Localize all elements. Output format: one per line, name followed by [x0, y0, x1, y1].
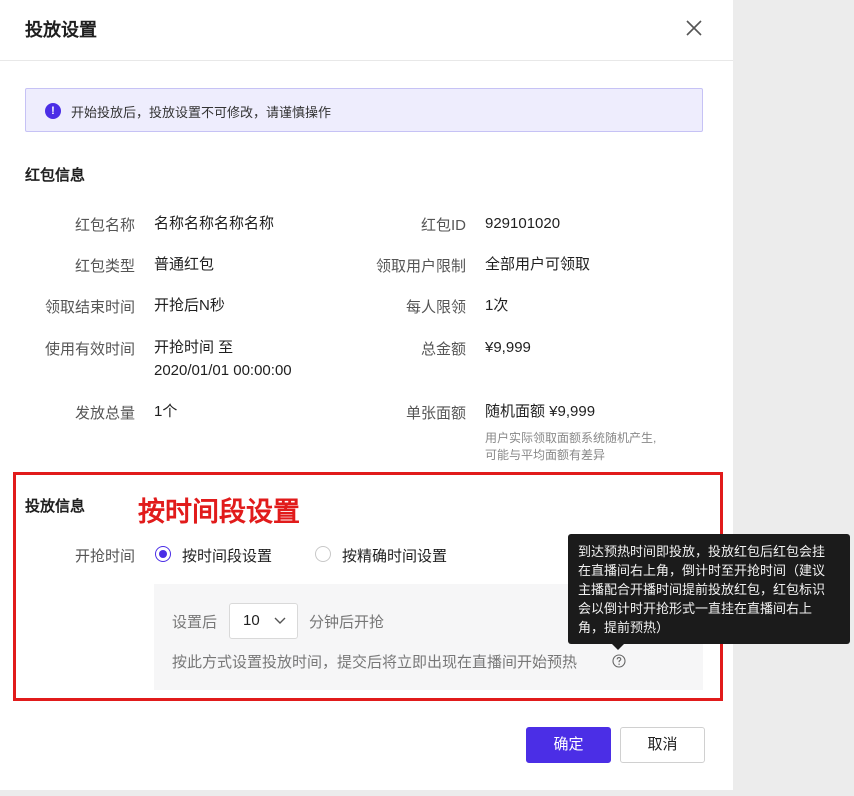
user-limit-label: 领取用户限制 [375, 258, 466, 275]
validity-value-line1: 开抢时间 至 [154, 339, 234, 356]
validity-label: 使用有效时间 [44, 341, 135, 358]
tooltip-arrow [612, 644, 624, 650]
tooltip-line: 到达预热时间即投放，投放红包后红包会挂 [578, 544, 826, 559]
modal-title: 投放设置 [25, 20, 97, 40]
total-amount-label: 总金额 [420, 341, 466, 358]
user-limit-value: 全部用户可领取 [485, 256, 591, 273]
tooltip-line: 角，提前预热） [578, 620, 670, 635]
redpack-id-value: 929101020 [485, 215, 561, 232]
cancel-button[interactable]: 取消 [620, 727, 705, 763]
confirm-button[interactable]: 确定 [526, 727, 611, 763]
redpack-info-title: 红包信息 [25, 167, 86, 184]
modal-header: 投放设置 [0, 0, 733, 61]
alert-text: 开始投放后，投放设置不可修改，请谨慎操作 [71, 105, 332, 120]
warning-alert: ! 开始投放后，投放设置不可修改，请谨慎操作 [25, 88, 703, 132]
redpack-name-label: 红包名称 [74, 217, 135, 234]
tooltip-line: 主播配合开播时间提前投放红包，红包标识 [578, 582, 826, 597]
close-icon[interactable] [683, 17, 705, 39]
redpack-type-value: 普通红包 [154, 256, 215, 273]
end-time-value: 开抢后N秒 [154, 297, 225, 314]
exclamation-circle-icon: ! [45, 103, 61, 119]
end-time-label: 领取结束时间 [44, 299, 135, 316]
per-person-value: 1次 [485, 297, 509, 314]
unit-amount-hint-line2: 可能与平均面额有差异 [485, 448, 606, 462]
per-person-label: 每人限领 [405, 299, 466, 316]
unit-amount-hint: 用户实际领取面额系统随机产生, 可能与平均面额有差异 [485, 430, 656, 464]
redpack-type-label: 红包类型 [74, 258, 135, 275]
unit-amount-hint-line1: 用户实际领取面额系统随机产生, [485, 431, 657, 445]
total-amount-value: ¥9,999 [485, 339, 531, 356]
unit-amount-value: 随机面额 ¥9,999 [485, 403, 596, 420]
redpack-name-value: 名称名称名称名称 [154, 215, 275, 232]
tooltip-line: 会以倒计时开抢形式一直挂在直播间右上 [578, 601, 813, 616]
redpack-id-label: 红包ID [420, 217, 466, 234]
validity-value-line2: 2020/01/01 00:00:00 [154, 362, 292, 379]
total-count-label: 发放总量 [74, 405, 135, 422]
total-count-value: 1个 [154, 403, 178, 420]
annotation-label: 按时间段设置 [138, 497, 300, 527]
unit-amount-label: 单张面额 [405, 405, 466, 422]
help-tooltip: 到达预热时间即投放，投放红包后红包会挂 在直播间右上角，倒计时至开抢时间（建议 … [568, 534, 850, 644]
tooltip-line: 在直播间右上角，倒计时至开抢时间（建议 [578, 563, 826, 578]
